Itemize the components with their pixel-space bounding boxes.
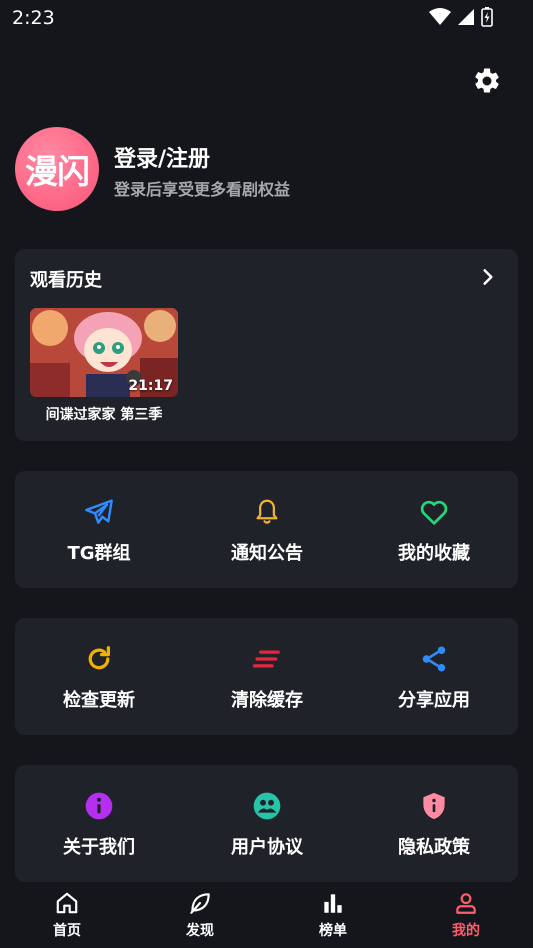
history-item[interactable]: 21:17 间谍过家家 第三季 xyxy=(30,308,178,424)
watch-history-card: 观看历史 21:17 间谍过家家 第三季 xyxy=(15,249,518,441)
login-subtitle: 登录后享受更多看剧权益 xyxy=(114,180,291,199)
nav-ranking[interactable]: 榜单 xyxy=(293,890,373,942)
nav-discover-label: 发现 xyxy=(186,923,214,939)
chart-icon xyxy=(324,894,342,913)
avatar-text: 漫闪 xyxy=(25,152,90,191)
privacy-policy-label: 隐私政策 xyxy=(398,837,470,858)
heart-icon xyxy=(420,500,448,525)
favorites-button[interactable]: 我的收藏 xyxy=(350,471,518,588)
battery-icon xyxy=(481,7,493,27)
share-app-label: 分享应用 xyxy=(398,690,470,711)
watch-history-title: 观看历史 xyxy=(30,270,102,291)
refresh-icon xyxy=(88,646,110,670)
check-update-button[interactable]: 检查更新 xyxy=(15,618,183,735)
nav-ranking-label: 榜单 xyxy=(319,923,347,939)
leaf-icon xyxy=(190,893,210,914)
clear-cache-icon xyxy=(252,650,280,668)
tg-group-button[interactable]: TG群组 xyxy=(15,471,183,588)
person-icon xyxy=(456,893,476,914)
clear-cache-button[interactable]: 清除缓存 xyxy=(183,618,351,735)
notice-button[interactable]: 通知公告 xyxy=(183,471,351,588)
bottom-nav: 首页 发现 榜单 我的 xyxy=(0,882,533,948)
user-agreement-button[interactable]: 用户协议 xyxy=(183,765,351,882)
notice-label: 通知公告 xyxy=(231,543,303,564)
about-card: 关于我们 用户协议 隐私政策 xyxy=(15,765,518,882)
wifi-icon xyxy=(429,8,451,25)
privacy-policy-button[interactable]: 隐私政策 xyxy=(350,765,518,882)
nav-mine-label: 我的 xyxy=(452,923,480,939)
share-app-button[interactable]: 分享应用 xyxy=(350,618,518,735)
nav-discover[interactable]: 发现 xyxy=(160,890,240,942)
chevron-right-icon[interactable] xyxy=(478,267,498,287)
login-title[interactable]: 登录/注册 xyxy=(114,141,210,173)
privacy-shield-icon xyxy=(423,792,445,820)
nav-mine[interactable]: 我的 xyxy=(426,890,506,942)
favorites-label: 我的收藏 xyxy=(398,543,470,564)
settings-button[interactable] xyxy=(470,64,504,98)
share-icon xyxy=(422,646,446,672)
community-card: TG群组 通知公告 我的收藏 xyxy=(15,471,518,588)
avatar[interactable]: 漫闪 xyxy=(15,127,99,211)
history-duration: 21:17 xyxy=(128,378,173,394)
telegram-icon xyxy=(85,499,113,524)
history-title: 间谍过家家 第三季 xyxy=(45,407,163,423)
nav-home-label: 首页 xyxy=(53,923,81,939)
status-bar: 2:23 xyxy=(0,0,533,36)
history-thumbnail: 21:17 xyxy=(30,308,178,397)
user-agreement-icon xyxy=(253,792,281,820)
tg-group-label: TG群组 xyxy=(67,543,131,564)
info-icon xyxy=(85,792,113,820)
home-icon xyxy=(56,892,78,914)
gear-icon xyxy=(475,68,499,93)
check-update-label: 检查更新 xyxy=(63,690,135,711)
about-us-button[interactable]: 关于我们 xyxy=(15,765,183,882)
about-us-label: 关于我们 xyxy=(63,837,135,858)
clear-cache-label: 清除缓存 xyxy=(231,690,303,711)
status-time: 2:23 xyxy=(12,7,55,29)
signal-icon xyxy=(458,9,474,25)
status-icons xyxy=(429,7,493,27)
nav-home[interactable]: 首页 xyxy=(27,890,107,942)
tools-card: 检查更新 清除缓存 分享应用 xyxy=(15,618,518,735)
bell-icon xyxy=(256,499,278,524)
user-agreement-label: 用户协议 xyxy=(231,837,303,858)
